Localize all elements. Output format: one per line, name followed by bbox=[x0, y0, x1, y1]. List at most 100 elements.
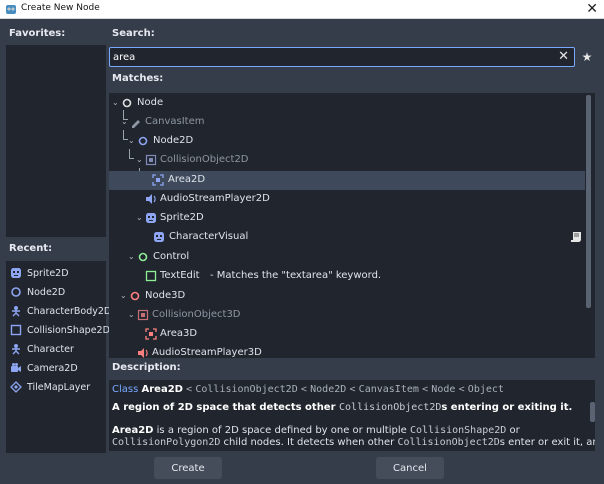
charactervisual-icon bbox=[153, 231, 165, 243]
sprite2d-icon bbox=[145, 212, 157, 224]
matches-heading: Matches: bbox=[112, 73, 164, 84]
clear-search-icon[interactable]: ✕ bbox=[558, 49, 569, 65]
desc-class-name: Area2D bbox=[112, 425, 154, 436]
tilemaplayer-icon bbox=[10, 381, 22, 393]
search-field[interactable]: ✕ bbox=[109, 47, 575, 67]
tree-row-collisionobject2d[interactable]: ⌄ CollisionObject2D bbox=[109, 151, 585, 170]
collapse-arrow-icon[interactable]: ⌄ bbox=[128, 310, 135, 319]
tree-row-charactervisual[interactable]: CharacterVisual bbox=[109, 228, 585, 247]
tree-row-textedit[interactable]: TextEdit - Matches the "textarea" keywor… bbox=[109, 267, 585, 286]
recent-item-sprite2d[interactable]: Sprite2D bbox=[10, 264, 69, 282]
inherits-link[interactable]: Node bbox=[431, 384, 455, 395]
desc-text: s enter or exit it, and it bbox=[499, 437, 595, 448]
description-scrollbar[interactable] bbox=[590, 402, 595, 422]
recent-item-characterbody2d[interactable]: CharacterBody2D bbox=[10, 302, 111, 320]
collapse-arrow-icon[interactable]: ⌄ bbox=[128, 136, 135, 145]
inherit-separator: < bbox=[422, 384, 429, 395]
create-button[interactable]: Create bbox=[154, 457, 222, 479]
favorites-list[interactable] bbox=[6, 45, 106, 237]
tree-row-label: Area2D bbox=[168, 174, 206, 185]
inherits-link[interactable]: Object bbox=[468, 384, 504, 395]
tree-row-canvasitem[interactable]: ⌄ CanvasItem bbox=[109, 113, 585, 132]
description-line-2: CollisionPolygon2D child nodes. It detec… bbox=[112, 437, 595, 448]
tree-row-collisionobject3d[interactable]: ⌄ CollisionObject3D bbox=[109, 306, 585, 325]
collapse-arrow-icon[interactable]: ⌄ bbox=[112, 98, 119, 107]
tree-row-audiostreamplayer2d[interactable]: AudioStreamPlayer2D bbox=[109, 190, 585, 209]
recent-item-tilemaplayer[interactable]: TileMapLayer bbox=[10, 378, 90, 396]
inherits-link[interactable]: CollisionObject2D bbox=[195, 384, 297, 395]
recent-item-camera2d[interactable]: Camera2D bbox=[10, 359, 78, 377]
character-icon bbox=[10, 343, 22, 355]
collapse-arrow-icon[interactable]: ⌄ bbox=[120, 291, 127, 300]
description-heading: Description: bbox=[112, 362, 181, 373]
tree-row-audiostreamplayer3d[interactable]: AudioStreamPlayer3D bbox=[109, 344, 585, 358]
collisionobject3d-icon bbox=[137, 309, 149, 321]
tree-row-label: AudioStreamPlayer2D bbox=[160, 193, 270, 204]
characterbody2d-icon bbox=[10, 305, 22, 317]
desc-text: is a region of 2D space defined by one o… bbox=[153, 425, 410, 436]
class-keyword: Class bbox=[112, 384, 139, 395]
cancel-button[interactable]: Cancel bbox=[376, 457, 444, 479]
favorite-star-button[interactable]: ★ bbox=[578, 47, 596, 67]
inherit-separator: < bbox=[186, 384, 193, 395]
tree-row-label: Area3D bbox=[160, 328, 198, 339]
recent-item-label: TileMapLayer bbox=[27, 381, 91, 393]
tree-row-label: Node2D bbox=[153, 135, 194, 146]
tree-row-sprite2d[interactable]: ⌄ Sprite2D bbox=[109, 209, 585, 228]
recent-item-label: Camera2D bbox=[27, 362, 78, 374]
desc-code: CollisionObject2D bbox=[397, 437, 500, 448]
description-line-1: Area2D is a region of 2D space defined b… bbox=[112, 425, 520, 436]
keyword-match-hint: - Matches the "textarea" keyword. bbox=[210, 270, 382, 281]
audiostreamplayer3d-icon bbox=[137, 347, 149, 358]
tree-row-label: Control bbox=[153, 251, 190, 262]
recent-item-label: Sprite2D bbox=[27, 267, 69, 279]
class-header: Class Area2D < CollisionObject2D < Node2… bbox=[112, 384, 504, 395]
recent-item-character[interactable]: Character bbox=[10, 340, 74, 358]
inherit-separator: < bbox=[349, 384, 356, 395]
recent-item-label: CollisionShape2D bbox=[27, 324, 110, 336]
collisionshape2d-icon bbox=[10, 324, 22, 336]
desc-code: CollisionShape2D bbox=[409, 425, 507, 436]
tree-row-label: CollisionObject3D bbox=[152, 309, 241, 320]
title-bar: Create New Node ✕ bbox=[0, 0, 604, 19]
collapse-arrow-icon[interactable]: ⌄ bbox=[136, 213, 143, 222]
tree-row-area3d[interactable]: Area3D bbox=[109, 325, 585, 344]
class-name: Area2D bbox=[141, 384, 183, 395]
matches-scrollbar[interactable] bbox=[586, 95, 591, 308]
tree-row-label: Sprite2D bbox=[160, 212, 204, 223]
tree-row-node3d[interactable]: ⌄ Node3D bbox=[109, 287, 585, 306]
node3d-icon bbox=[129, 290, 141, 302]
brief-text: A region of 2D space that detects other bbox=[112, 402, 340, 413]
collapse-arrow-icon[interactable]: ⌄ bbox=[128, 252, 135, 261]
collapse-arrow-icon[interactable]: ⌄ bbox=[121, 117, 128, 126]
recent-item-label: Character bbox=[27, 343, 74, 355]
desc-text: or bbox=[506, 425, 520, 436]
camera2d-icon bbox=[10, 362, 22, 374]
tree-row-node[interactable]: ⌄ Node bbox=[109, 94, 585, 113]
tree-row-area2d[interactable]: Area2D bbox=[109, 171, 585, 190]
inherits-link[interactable]: Node2D bbox=[310, 384, 346, 395]
recent-item-node2d[interactable]: Node2D bbox=[10, 283, 65, 301]
tree-row-label: CollisionObject2D bbox=[160, 154, 249, 165]
matches-tree[interactable]: ⌄ Node ⌄ CanvasItem ⌄ Node2D ⌄ Collision… bbox=[109, 93, 595, 358]
desc-text: child nodes. It detects when other bbox=[220, 437, 398, 448]
window-close-button[interactable]: ✕ bbox=[586, 1, 598, 17]
textedit-icon bbox=[145, 270, 157, 282]
brief-text: s entering or exiting it. bbox=[441, 402, 573, 413]
collisionobject2d-icon bbox=[145, 154, 157, 166]
sprite2d-icon bbox=[10, 267, 22, 279]
search-input[interactable] bbox=[113, 50, 543, 64]
script-icon[interactable] bbox=[570, 231, 582, 243]
tree-row-label: AudioStreamPlayer3D bbox=[152, 347, 262, 358]
tree-row-node2d[interactable]: ⌄ Node2D bbox=[109, 132, 585, 151]
inherits-link[interactable]: CanvasItem bbox=[359, 384, 419, 395]
tree-row-label: CanvasItem bbox=[145, 116, 205, 127]
brief-description: A region of 2D space that detects other … bbox=[112, 402, 572, 413]
collapse-arrow-icon[interactable]: ⌄ bbox=[136, 155, 143, 164]
window-title: Create New Node bbox=[21, 3, 100, 13]
brief-code: CollisionObject2D bbox=[339, 402, 442, 413]
tree-row-label: TextEdit bbox=[160, 270, 200, 281]
tree-row-control[interactable]: ⌄ Control bbox=[109, 248, 585, 267]
recent-item-collisionshape2d[interactable]: CollisionShape2D bbox=[10, 321, 110, 339]
recent-list[interactable]: Sprite2D Node2D CharacterBody2D Collisio… bbox=[6, 261, 111, 453]
